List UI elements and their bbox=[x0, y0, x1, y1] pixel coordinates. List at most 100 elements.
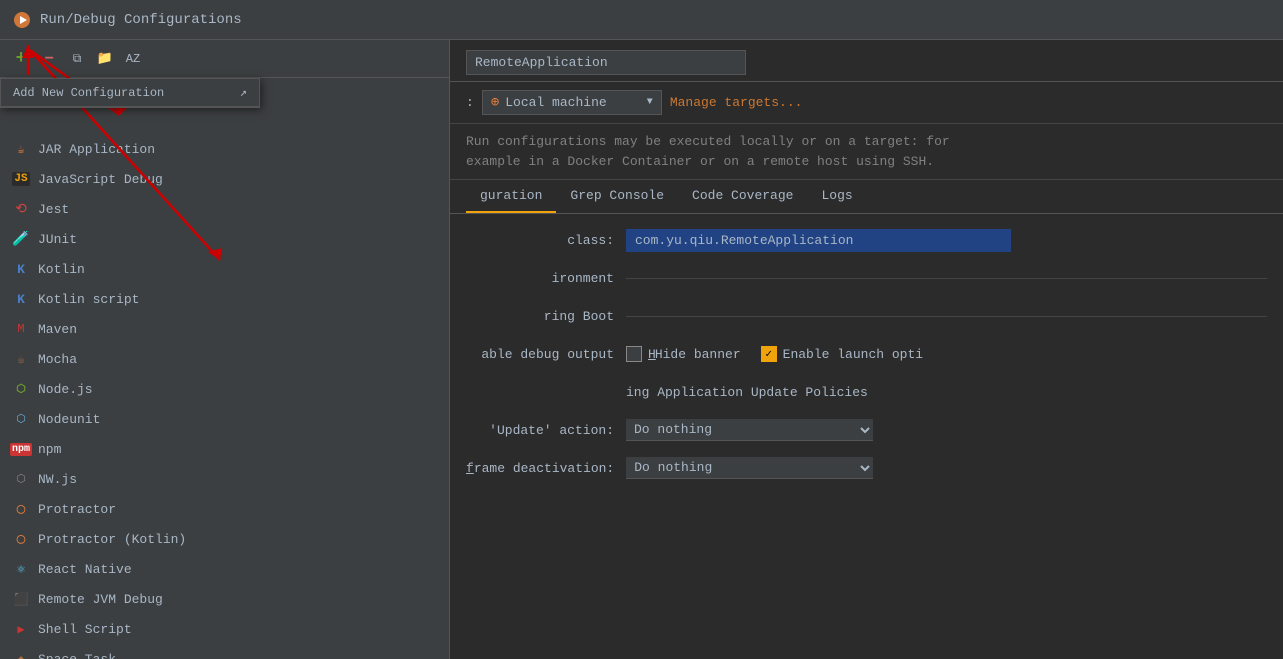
list-item[interactable]: ⬛ Remote JVM Debug bbox=[0, 584, 449, 614]
kotlin-script-icon: K bbox=[12, 290, 30, 308]
jest-icon: ⟲ bbox=[12, 200, 30, 218]
update-action-value: Do nothing Update classes and resources … bbox=[626, 419, 1267, 441]
class-label: class: bbox=[466, 233, 626, 248]
config-item-label: Jest bbox=[38, 202, 69, 217]
hide-banner-checkbox-item[interactable]: HHide banner bbox=[626, 346, 741, 362]
config-item-label: Kotlin script bbox=[38, 292, 139, 307]
list-item[interactable]: K Kotlin bbox=[0, 254, 449, 284]
list-item[interactable]: ⚛ React Native bbox=[0, 554, 449, 584]
list-item[interactable]: ☕ JAR Application bbox=[0, 134, 449, 164]
debug-output-label: able debug output bbox=[466, 347, 626, 362]
list-item[interactable]: ▶ Shell Script bbox=[0, 614, 449, 644]
config-item-label: Mocha bbox=[38, 352, 77, 367]
maven-icon: M bbox=[12, 320, 30, 338]
target-dropdown[interactable]: ⊕ Local machine ▼ bbox=[482, 90, 662, 115]
add-button[interactable]: + bbox=[10, 48, 32, 70]
config-name-input[interactable] bbox=[466, 50, 746, 75]
list-item[interactable]: ◯ Protractor bbox=[0, 494, 449, 524]
config-item-label: Node.js bbox=[38, 382, 93, 397]
frame-deactivation-label: frame deactivation: bbox=[466, 461, 626, 476]
list-item[interactable]: K Kotlin script bbox=[0, 284, 449, 314]
update-action-select[interactable]: Do nothing Update classes and resources … bbox=[626, 419, 873, 441]
list-item[interactable]: ⬡ Node.js bbox=[0, 374, 449, 404]
main-layout: + − ⧉ 📁 AZ Add New Configuration ↗ ☕ JAR… bbox=[0, 40, 1283, 659]
chevron-down-icon: ▼ bbox=[647, 97, 653, 108]
enable-launch-checkbox-item[interactable]: Enable launch opti bbox=[761, 346, 923, 362]
spring-boot-row: ring Boot bbox=[466, 302, 1267, 330]
config-item-label: JAR Application bbox=[38, 142, 155, 157]
class-value bbox=[626, 229, 1267, 252]
list-item[interactable]: JS JavaScript Debug bbox=[0, 164, 449, 194]
right-panel: : ⊕ Local machine ▼ Manage targets... Ru… bbox=[450, 40, 1283, 659]
config-item-label: Kotlin bbox=[38, 262, 85, 277]
environment-value bbox=[626, 278, 1267, 279]
npm-icon: npm bbox=[12, 440, 30, 458]
copy-button[interactable]: ⧉ bbox=[66, 48, 88, 70]
left-panel: + − ⧉ 📁 AZ Add New Configuration ↗ ☕ JAR… bbox=[0, 40, 450, 659]
list-item[interactable]: ⬡ Nodeunit bbox=[0, 404, 449, 434]
class-input[interactable] bbox=[626, 229, 1011, 252]
config-item-label: Nodeunit bbox=[38, 412, 100, 427]
junit-icon: 🧪 bbox=[12, 230, 30, 248]
target-row: : ⊕ Local machine ▼ Manage targets... bbox=[450, 82, 1283, 124]
tab-logs[interactable]: Logs bbox=[807, 180, 866, 213]
remove-button[interactable]: − bbox=[38, 48, 60, 70]
remote-jvm-icon: ⬛ bbox=[12, 590, 30, 608]
target-colon-label: : bbox=[466, 95, 474, 110]
config-item-label: Remote JVM Debug bbox=[38, 592, 163, 607]
tab-grep-console[interactable]: Grep Console bbox=[556, 180, 678, 213]
config-item-label: JavaScript Debug bbox=[38, 172, 163, 187]
frame-deactivation-value: Do nothing Update classes and resources … bbox=[626, 457, 1267, 479]
js-debug-icon: JS bbox=[12, 170, 30, 188]
hide-banner-label: HHide banner bbox=[648, 347, 741, 362]
frame-deactivation-select[interactable]: Do nothing Update classes and resources … bbox=[626, 457, 873, 479]
info-text: Run configurations may be executed local… bbox=[466, 134, 950, 169]
config-item-label: Protractor bbox=[38, 502, 116, 517]
update-policies-row: ing Application Update Policies bbox=[466, 378, 1267, 406]
update-action-label: 'Update' action: bbox=[466, 423, 626, 438]
enable-launch-label: Enable launch opti bbox=[783, 347, 923, 362]
tab-configuration[interactable]: guration bbox=[466, 180, 556, 213]
folder-button[interactable]: 📁 bbox=[94, 48, 116, 70]
environment-label: ironment bbox=[466, 271, 626, 286]
list-item[interactable]: ◈ Space Task bbox=[0, 644, 449, 659]
config-item-label: React Native bbox=[38, 562, 132, 577]
toolbar: + − ⧉ 📁 AZ Add New Configuration ↗ bbox=[0, 40, 449, 78]
list-item[interactable]: ◯ Protractor (Kotlin) bbox=[0, 524, 449, 554]
info-text-block: Run configurations may be executed local… bbox=[450, 124, 1283, 180]
tab-code-coverage[interactable]: Code Coverage bbox=[678, 180, 807, 213]
app-icon bbox=[12, 10, 32, 30]
jar-app-icon: ☕ bbox=[12, 140, 30, 158]
configuration-list: ☕ JAR Application JS JavaScript Debug ⟲ … bbox=[0, 134, 449, 659]
add-dropdown-title: Add New Configuration ↗ bbox=[1, 79, 259, 107]
list-item[interactable]: ⬡ NW.js bbox=[0, 464, 449, 494]
enable-launch-checkbox[interactable] bbox=[761, 346, 777, 362]
hide-banner-checkbox[interactable] bbox=[626, 346, 642, 362]
list-item[interactable]: ⟲ Jest bbox=[0, 194, 449, 224]
nodejs-icon: ⬡ bbox=[12, 380, 30, 398]
mocha-icon: ☕ bbox=[12, 350, 30, 368]
sort-button[interactable]: AZ bbox=[122, 48, 144, 70]
target-machine-icon: ⊕ bbox=[491, 94, 499, 111]
dialog-title: Run/Debug Configurations bbox=[40, 12, 242, 28]
update-policies-text: ing Application Update Policies bbox=[626, 385, 868, 400]
class-row: class: bbox=[466, 226, 1267, 254]
config-item-label: Shell Script bbox=[38, 622, 132, 637]
list-item[interactable]: npm npm bbox=[0, 434, 449, 464]
form-content: class: ironment ring Boot bbox=[450, 214, 1283, 659]
list-item[interactable]: ☕ Mocha bbox=[0, 344, 449, 374]
spring-boot-value bbox=[626, 316, 1267, 317]
update-policies-section: ing Application Update Policies bbox=[626, 385, 1267, 400]
list-item[interactable]: M Maven bbox=[0, 314, 449, 344]
list-item[interactable]: 🧪 JUnit bbox=[0, 224, 449, 254]
space-task-icon: ◈ bbox=[12, 650, 30, 659]
nodeunit-icon: ⬡ bbox=[12, 410, 30, 428]
config-item-label: Space Task bbox=[38, 652, 116, 659]
tabs-bar: guration Grep Console Code Coverage Logs bbox=[450, 180, 1283, 214]
config-item-label: NW.js bbox=[38, 472, 77, 487]
debug-output-checkboxes: HHide banner Enable launch opti bbox=[626, 346, 1267, 362]
config-name-header bbox=[450, 40, 1283, 82]
manage-targets-link[interactable]: Manage targets... bbox=[670, 95, 803, 110]
environment-row: ironment bbox=[466, 264, 1267, 292]
config-item-label: Protractor (Kotlin) bbox=[38, 532, 186, 547]
